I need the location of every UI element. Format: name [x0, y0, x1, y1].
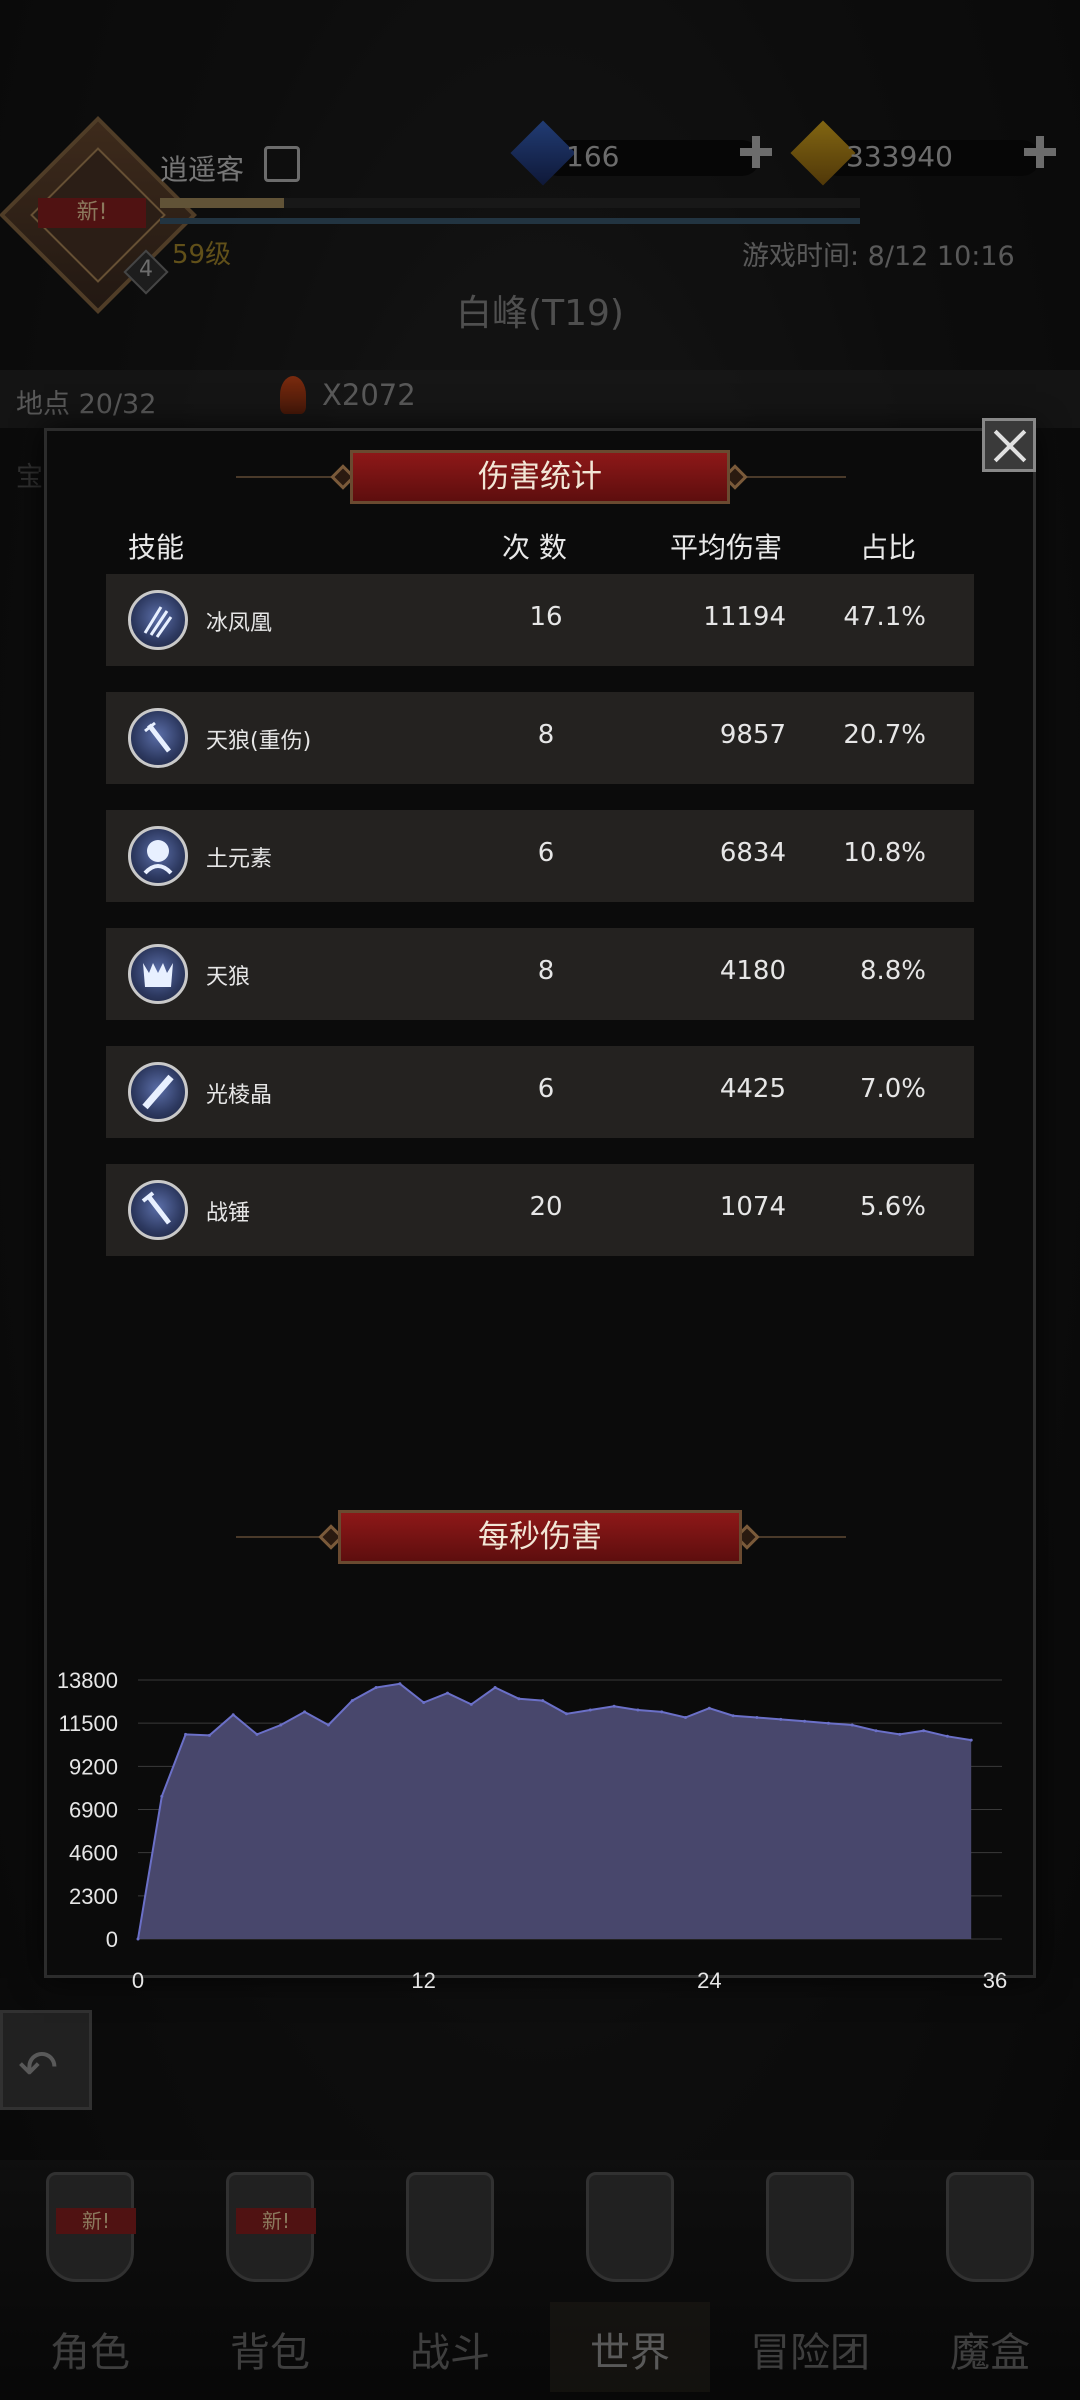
skill-avg-damage: 9857 — [719, 720, 786, 750]
dps-point — [469, 1702, 473, 1706]
skill-count: 6 — [537, 1074, 555, 1104]
dps-point — [350, 1699, 354, 1703]
dps-point — [565, 1712, 568, 1716]
col-count: 次 数 — [502, 531, 567, 564]
wolf-jaw-icon — [128, 944, 188, 1004]
table-row: 天狼 8 4180 8.8% — [106, 928, 974, 1020]
table-row: 天狼(重伤) 8 9857 20.7% — [106, 692, 974, 784]
skill-ratio: 20.7% — [843, 720, 926, 750]
skill-name: 天狼(重伤) — [206, 729, 312, 754]
dps-point — [707, 1706, 711, 1710]
skill-count: 8 — [537, 956, 555, 986]
dps-point — [136, 1937, 140, 1941]
x-tick-label: 0 — [132, 1968, 144, 1993]
dps-point — [660, 1710, 664, 1714]
col-avg-damage: 平均伤害 — [670, 531, 783, 564]
skill-name: 天狼 — [206, 965, 251, 990]
dps-point — [231, 1713, 235, 1717]
earth-elemental-icon — [128, 826, 188, 886]
skill-avg-damage: 4180 — [719, 956, 786, 986]
dps-point — [493, 1686, 497, 1689]
skill-avg-damage: 11194 — [703, 602, 786, 632]
dps-chart: 0 2300 4600 6900 9200 11500 13800 0 12 24 36 — [57, 1668, 1007, 1993]
y-tick-label: 11500 — [58, 1711, 118, 1736]
skill-ratio: 7.0% — [859, 1074, 926, 1104]
table-row: 冰凤凰 16 11194 47.1% — [106, 574, 974, 666]
dps-point — [255, 1732, 259, 1736]
dps-point — [446, 1691, 449, 1695]
dps-point — [207, 1733, 211, 1737]
dps-point — [922, 1729, 926, 1733]
dps-point — [541, 1699, 545, 1703]
skill-count: 16 — [529, 602, 563, 632]
skill-avg-damage: 6834 — [719, 838, 786, 868]
y-tick-label: 9200 — [69, 1754, 118, 1779]
close-button[interactable] — [982, 418, 1036, 472]
dps-point — [755, 1716, 759, 1719]
ice-phoenix-icon — [128, 590, 188, 650]
dps-point — [803, 1719, 807, 1723]
skill-avg-damage: 1074 — [719, 1192, 786, 1222]
dps-point — [945, 1734, 949, 1738]
skill-name: 冰凤凰 — [206, 611, 273, 636]
dps-point — [303, 1710, 307, 1714]
dps-point — [326, 1723, 330, 1727]
skill-ratio: 8.8% — [859, 956, 926, 986]
table-row: 战锤 20 1074 5.6% — [106, 1164, 974, 1256]
dps-point — [969, 1738, 973, 1742]
dps-point — [636, 1708, 640, 1712]
dps-point — [684, 1716, 687, 1719]
skill-ratio: 10.8% — [843, 838, 926, 868]
dps-point — [374, 1686, 378, 1689]
skill-name: 战锤 — [206, 1201, 251, 1226]
dps-point — [422, 1701, 426, 1704]
x-tick-label: 24 — [697, 1968, 721, 1993]
dps-point — [779, 1717, 783, 1721]
y-tick-label: 6900 — [69, 1798, 118, 1823]
dps-point — [588, 1708, 592, 1712]
dps-point — [160, 1794, 164, 1798]
dps-title: 每秒伤害 — [338, 1510, 742, 1564]
skill-ratio: 47.1% — [843, 602, 926, 632]
table-row: 土元素 6 6834 10.8% — [106, 810, 974, 902]
col-ratio: 占比 — [860, 531, 917, 564]
y-tick-label: 0 — [106, 1927, 118, 1952]
skill-count: 8 — [537, 720, 555, 750]
y-tick-label: 4600 — [69, 1841, 118, 1866]
y-tick-label: 13800 — [57, 1668, 118, 1693]
skill-name: 光棱晶 — [206, 1083, 273, 1108]
sword-icon — [128, 708, 188, 768]
prism-crystal-icon — [128, 1062, 188, 1122]
dps-point — [874, 1729, 878, 1733]
dps-point — [731, 1714, 735, 1718]
dps-point — [612, 1704, 616, 1708]
dps-point — [898, 1732, 902, 1736]
dps-point — [826, 1721, 830, 1725]
war-hammer-icon — [128, 1180, 188, 1240]
y-tick-label: 2300 — [69, 1884, 118, 1909]
dps-point — [279, 1723, 283, 1727]
dps-point — [850, 1723, 854, 1727]
dps-area — [138, 1683, 972, 1939]
x-tick-label: 12 — [411, 1968, 435, 1993]
dps-point — [184, 1732, 188, 1736]
dps-point — [398, 1682, 402, 1686]
skill-avg-damage: 4425 — [719, 1074, 786, 1104]
skill-ratio: 5.6% — [859, 1192, 926, 1222]
table-row: 光棱晶 6 4425 7.0% — [106, 1046, 974, 1138]
modal-title: 伤害统计 — [350, 450, 730, 504]
dps-point — [517, 1697, 521, 1701]
x-tick-label: 36 — [983, 1968, 1007, 1993]
skill-count: 20 — [529, 1192, 563, 1222]
col-skill: 技能 — [128, 531, 185, 564]
skill-count: 6 — [537, 838, 555, 868]
skill-name: 土元素 — [206, 847, 273, 872]
